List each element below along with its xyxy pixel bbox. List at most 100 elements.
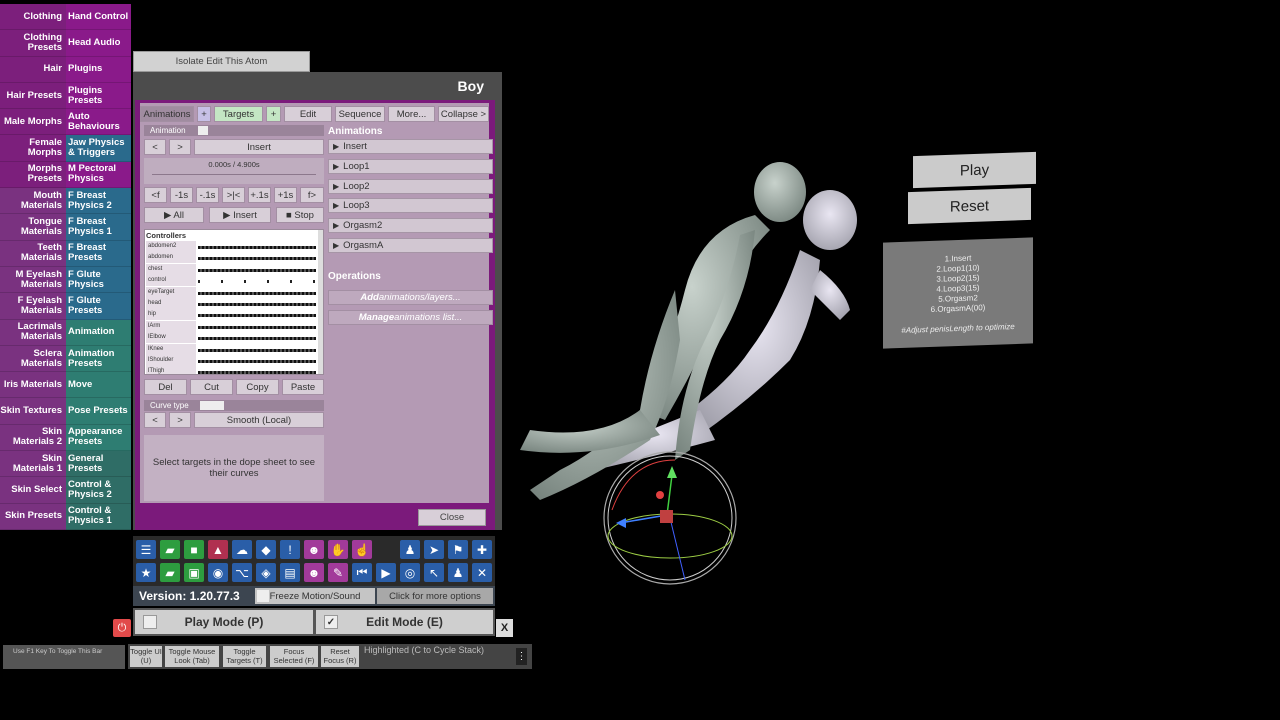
- next-frame-button[interactable]: f>: [300, 187, 324, 203]
- scene-play-button[interactable]: Play: [913, 151, 1036, 189]
- cut-keyframe-button[interactable]: Cut: [190, 379, 233, 395]
- open-scene-icon[interactable]: ▰: [160, 540, 180, 559]
- category-left-4[interactable]: Male Morphs: [0, 109, 66, 136]
- controller-keyframes[interactable]: [198, 257, 316, 261]
- category-right-0[interactable]: Hand Control: [66, 4, 131, 31]
- category-left-13[interactable]: Sclera Materials: [0, 345, 66, 373]
- document-icon[interactable]: ▤: [280, 563, 300, 582]
- more-menu-icon[interactable]: ⋮: [516, 648, 527, 665]
- prev-animation-button[interactable]: <: [144, 139, 166, 155]
- controller-row[interactable]: lShoulder: [145, 355, 323, 366]
- controller-keyframes[interactable]: [198, 291, 316, 295]
- camera-icon[interactable]: ◉: [208, 563, 228, 582]
- tools-icon[interactable]: ✎: [328, 563, 348, 582]
- controller-row[interactable]: chest: [145, 263, 323, 275]
- alert-icon[interactable]: !: [280, 540, 300, 559]
- freeze-motion-toggle[interactable]: Freeze Motion/Sound: [255, 588, 375, 604]
- person-edit-icon[interactable]: ☻: [304, 540, 324, 559]
- more-options-button[interactable]: Click for more options: [377, 588, 493, 604]
- category-left-0[interactable]: Clothing: [0, 4, 66, 31]
- play-icon[interactable]: ▶: [376, 563, 396, 582]
- back-01s-button[interactable]: -.1s: [196, 187, 219, 203]
- controller-name[interactable]: abdomen2: [146, 241, 196, 252]
- play-all-button[interactable]: ▶ All: [144, 207, 204, 223]
- target-icon[interactable]: ◎: [400, 563, 420, 582]
- controller-row[interactable]: abdomen: [145, 252, 323, 264]
- controller-name[interactable]: eyeTarget: [146, 286, 196, 298]
- animation-item[interactable]: ▶ Loop3: [328, 198, 493, 214]
- back-1s-button[interactable]: -1s: [170, 187, 193, 203]
- hierarchy-icon[interactable]: ⌥: [232, 563, 252, 582]
- controller-keyframes[interactable]: [198, 246, 316, 249]
- category-right-17[interactable]: General Presets: [66, 451, 131, 478]
- forward-1s-button[interactable]: +1s: [274, 187, 297, 203]
- edit-mode-button[interactable]: ✓ Edit Mode (E): [316, 610, 493, 634]
- manage-animations-button[interactable]: Manage animations list...: [328, 310, 493, 325]
- category-left-5[interactable]: Female Morphs: [0, 135, 66, 162]
- add-animations-button[interactable]: Add animations/layers...: [328, 290, 493, 305]
- category-right-19[interactable]: Control & Physics 1: [66, 503, 131, 530]
- category-right-15[interactable]: Pose Presets: [66, 398, 131, 425]
- hand-icon[interactable]: ✋: [328, 540, 348, 559]
- controller-keyframes[interactable]: [198, 268, 316, 272]
- category-left-14[interactable]: Iris Materials: [0, 372, 66, 399]
- add-target-button[interactable]: +: [266, 106, 281, 122]
- controller-name[interactable]: head: [146, 298, 196, 309]
- controller-keyframes[interactable]: [198, 314, 316, 318]
- category-left-15[interactable]: Skin Textures: [0, 398, 66, 425]
- person-add-icon[interactable]: ♟: [448, 563, 468, 582]
- scene-viewport[interactable]: [500, 150, 880, 590]
- category-left-17[interactable]: Skin Materials 1: [0, 451, 66, 478]
- scene-reset-button[interactable]: Reset: [908, 187, 1031, 225]
- category-right-9[interactable]: F Breast Presets: [66, 240, 131, 267]
- category-right-8[interactable]: F Breast Physics 1: [66, 214, 131, 241]
- controller-row[interactable]: lArm: [145, 320, 323, 332]
- time-scrubber[interactable]: 0.000s / 4.900s: [144, 158, 324, 184]
- paste-keyframe-button[interactable]: Paste: [282, 379, 324, 395]
- add-atom-icon[interactable]: ✚: [472, 540, 492, 559]
- unload-icon[interactable]: ▲: [208, 540, 228, 559]
- category-right-14[interactable]: Move: [66, 372, 131, 399]
- category-right-11[interactable]: F Glute Presets: [66, 293, 131, 320]
- curve-type-select[interactable]: Smooth (Local): [194, 412, 324, 428]
- category-right-1[interactable]: Head Audio: [66, 30, 131, 57]
- controller-keyframes[interactable]: [198, 348, 316, 352]
- controller-name[interactable]: control: [146, 275, 196, 287]
- package-icon[interactable]: ◆: [256, 540, 276, 559]
- category-left-19[interactable]: Skin Presets: [0, 503, 66, 530]
- toggle-targets-button[interactable]: Toggle Targets (T): [223, 646, 266, 667]
- packages-icon[interactable]: ◈: [256, 563, 276, 582]
- play-mode-checkbox[interactable]: [143, 615, 157, 629]
- reset-focus-button[interactable]: Reset Focus (R): [321, 646, 359, 667]
- navigate-icon[interactable]: ➤: [424, 540, 444, 559]
- controller-keyframes[interactable]: [198, 325, 316, 329]
- category-right-16[interactable]: Appearance Presets: [66, 424, 131, 452]
- animation-item[interactable]: ▶ OrgasmA: [328, 238, 493, 253]
- cloud-icon[interactable]: ☁: [232, 540, 252, 559]
- wrench-icon[interactable]: ✕: [472, 563, 492, 582]
- category-left-6[interactable]: Morphs Presets: [0, 161, 66, 189]
- cursor-icon[interactable]: ↖: [424, 563, 444, 582]
- controller-keyframes[interactable]: [198, 280, 316, 284]
- controller-row[interactable]: lThigh: [145, 366, 323, 374]
- animation-slider-handle[interactable]: [198, 126, 208, 135]
- folder-icon[interactable]: ■: [184, 540, 204, 559]
- flag-icon[interactable]: ⚑: [448, 540, 468, 559]
- category-left-10[interactable]: M Eyelash Materials: [0, 266, 66, 294]
- next-curve-button[interactable]: >: [169, 412, 191, 428]
- category-left-3[interactable]: Hair Presets: [0, 82, 66, 110]
- add-animation-button[interactable]: +: [197, 106, 211, 122]
- collapse-button[interactable]: Collapse >: [438, 106, 489, 122]
- person-settings-icon[interactable]: ☻: [304, 563, 324, 582]
- animation-slider[interactable]: Animation: [144, 125, 324, 136]
- controller-name[interactable]: lArm: [146, 320, 196, 332]
- controller-row[interactable]: abdomen2: [145, 241, 323, 252]
- animation-item[interactable]: ▶ Orgasm2: [328, 218, 493, 234]
- skip-back-icon[interactable]: ⏮: [352, 563, 372, 582]
- pointer-hand-icon[interactable]: ☝: [352, 540, 372, 559]
- controller-row[interactable]: head: [145, 298, 323, 309]
- category-left-11[interactable]: F Eyelash Materials: [0, 293, 66, 320]
- controller-row[interactable]: eyeTarget: [145, 286, 323, 298]
- category-right-2[interactable]: Plugins: [66, 56, 131, 83]
- category-left-12[interactable]: Lacrimals Materials: [0, 319, 66, 346]
